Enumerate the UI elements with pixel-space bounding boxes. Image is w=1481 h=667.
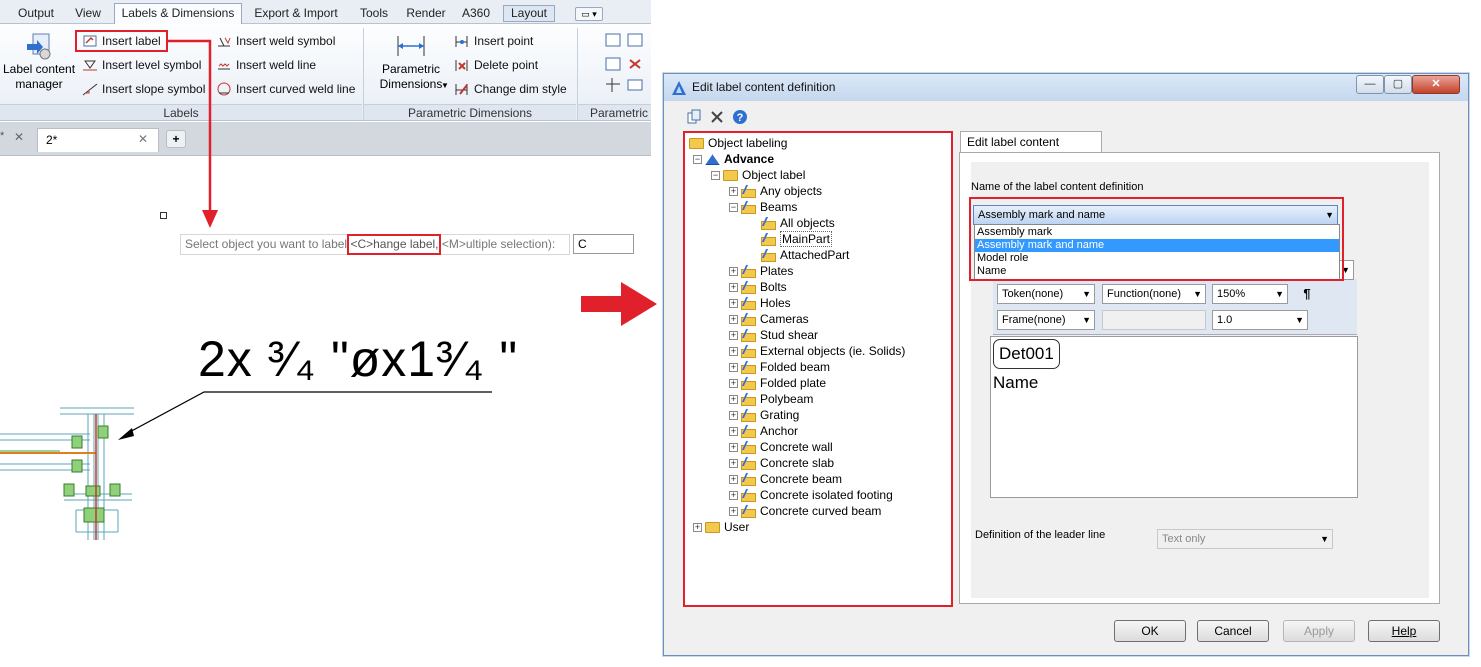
dim-style-icon <box>455 83 468 95</box>
name-field-label: Name of the label content definition <box>971 181 1144 193</box>
prompt-prefix: Select object you want to label <box>185 237 351 251</box>
leader-line-combo: Text only ▼ <box>1157 529 1333 549</box>
leader-line-label: Definition of the leader line <box>975 529 1106 541</box>
change-label-highlight <box>347 234 441 255</box>
editor-token-name[interactable]: Name <box>993 373 1038 393</box>
label-content-manager-line2: manager <box>15 77 63 91</box>
leader-combo-value: Text only <box>1162 533 1206 545</box>
apply-button[interactable]: Apply <box>1283 620 1355 642</box>
tab-a360[interactable]: A360 <box>456 4 496 24</box>
minimize-button[interactable]: — <box>1356 75 1384 94</box>
steel-connection-drawing <box>0 391 492 540</box>
parametric-group-title: Parametric <box>578 104 651 120</box>
frame-combo[interactable]: Frame(none) ▼ <box>997 310 1095 330</box>
function-combo[interactable]: Function(none) ▼ <box>1102 284 1206 304</box>
prev-tab-fragment[interactable]: * <box>0 130 4 142</box>
help-button[interactable]: Help <box>1368 620 1440 642</box>
copy-icon[interactable] <box>686 109 702 125</box>
level-symbol-icon <box>83 60 97 71</box>
tab-view[interactable]: View <box>68 4 108 24</box>
editor-token-det001[interactable]: Det001 <box>993 339 1060 369</box>
text-size-combo[interactable]: 150% ▼ <box>1212 284 1288 304</box>
tab-layout[interactable]: Layout <box>503 5 555 22</box>
parametric-dimensions-icon <box>397 36 425 56</box>
close-icon[interactable]: ✕ <box>138 132 148 146</box>
chevron-down-icon[interactable]: ▼ <box>441 81 449 90</box>
chevron-down-icon: ▼ <box>1320 534 1329 544</box>
text-size-value: 150% <box>1217 288 1246 300</box>
blank-combo <box>1102 310 1206 330</box>
parametric-dimensions-button[interactable]: Parametric Dimensions <box>372 30 450 100</box>
scale-combo[interactable]: 1.0 ▼ <box>1212 310 1308 330</box>
slope-symbol-icon <box>82 83 98 96</box>
document-tab-label: 2* <box>46 133 58 147</box>
dialog-titlebar: Edit label content definition — ▢ ✕ <box>664 74 1468 101</box>
insert-weld-line-text: Insert weld line <box>236 58 317 72</box>
insert-weld-symbol-text: Insert weld symbol <box>236 34 336 48</box>
change-dim-style-button[interactable]: Change dim style <box>454 80 567 98</box>
prompt-suffix: <M>ultiple selection): <box>438 237 556 251</box>
parametric-dimensions-group-title: Parametric Dimensions <box>364 104 576 120</box>
app-logo-icon <box>672 81 686 95</box>
tab-output[interactable]: Output <box>8 4 64 24</box>
insert-curved-weld-line-button[interactable]: Insert curved weld line <box>216 80 355 98</box>
insert-label-highlight <box>75 30 168 52</box>
dropdown-highlight <box>969 197 1344 281</box>
paragraph-button[interactable]: ¶ <box>1294 284 1320 304</box>
function-combo-value: Function(none) <box>1107 288 1181 300</box>
tree-highlight <box>683 131 953 607</box>
token-combo-value: Token(none) <box>1002 288 1064 300</box>
frame-combo-value: Frame(none) <box>1002 314 1066 326</box>
help-icon[interactable]: ? <box>732 109 748 125</box>
bolt-dimension-label: 2x ³⁄₄ "øx1³⁄₄ " <box>198 331 519 387</box>
chevron-down-icon: ▼ <box>1275 289 1284 299</box>
token-combo[interactable]: Token(none) ▼ <box>997 284 1095 304</box>
annotation-arrow <box>168 39 218 228</box>
chevron-down-icon: ▼ <box>1082 289 1091 299</box>
tab-export-import[interactable]: Export & Import <box>246 4 346 24</box>
tab-labels-dimensions[interactable]: Labels & Dimensions <box>114 3 242 25</box>
big-right-arrow <box>581 282 657 326</box>
chevron-down-icon: ▼ <box>1082 315 1091 325</box>
tab-tools[interactable]: Tools <box>352 4 396 24</box>
delete-point-button[interactable]: Delete point <box>454 56 538 74</box>
insert-point-button[interactable]: Insert point <box>454 32 533 50</box>
ribbon-tab-bar: Output View Labels & Dimensions Export &… <box>0 0 651 25</box>
label-content-manager-line1: Label content <box>2 62 76 76</box>
delete-icon[interactable] <box>709 109 725 125</box>
insert-point-text: Insert point <box>474 34 534 48</box>
tab-edit-label-content[interactable]: Edit label content definition <box>960 131 1102 169</box>
label-content-manager-button[interactable]: Label content manager <box>2 30 76 100</box>
composite-screenshot: Output View Labels & Dimensions Export &… <box>0 0 1481 667</box>
close-button[interactable]: ✕ <box>1412 75 1460 94</box>
parametric-dimensions-line2: Dimensions <box>379 77 443 91</box>
chevron-down-icon: ▼ <box>1295 315 1304 325</box>
ok-button[interactable]: OK <box>1114 620 1186 642</box>
label-content-editor[interactable]: Det001 Name <box>990 336 1358 498</box>
parametric-tool-icons <box>605 33 643 92</box>
insert-curved-weld-line-text: Insert curved weld line <box>236 82 356 96</box>
command-input[interactable]: C <box>573 234 634 254</box>
change-dim-style-text: Change dim style <box>474 82 567 96</box>
insert-weld-line-button[interactable]: Insert weld line <box>216 56 316 74</box>
scale-combo-value: 1.0 <box>1217 314 1233 326</box>
insert-weld-symbol-button[interactable]: Insert weld symbol <box>216 32 335 50</box>
maximize-button[interactable]: ▢ <box>1384 75 1412 94</box>
delete-point-text: Delete point <box>474 58 539 72</box>
tab-render[interactable]: Render <box>402 4 450 24</box>
cancel-button[interactable]: Cancel <box>1197 620 1269 642</box>
svg-text:?: ? <box>737 112 744 124</box>
edit-label-dialog: Edit label content definition — ▢ ✕ ? Ob… <box>663 73 1469 656</box>
document-tab-active[interactable]: 2* ✕ <box>37 128 159 152</box>
chevron-down-icon: ▼ <box>1193 289 1202 299</box>
close-icon[interactable]: ✕ <box>14 130 24 144</box>
parametric-dimensions-line1: Parametric <box>381 62 440 76</box>
dialog-title: Edit label content definition <box>692 80 836 94</box>
ribbon-minimize-toggle[interactable]: ▭ ▾ <box>575 7 603 21</box>
label-manager-icon <box>27 33 51 60</box>
delete-point-icon <box>455 59 468 71</box>
insert-point-icon <box>455 35 468 47</box>
